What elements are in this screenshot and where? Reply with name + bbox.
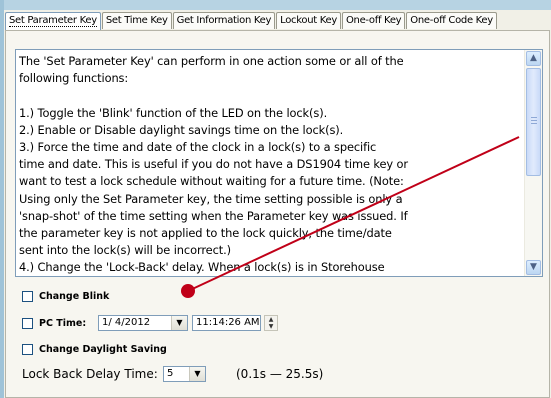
annotation-pointer [181, 136, 520, 298]
annotation-line [187, 136, 520, 292]
annotation-dot [181, 284, 195, 298]
